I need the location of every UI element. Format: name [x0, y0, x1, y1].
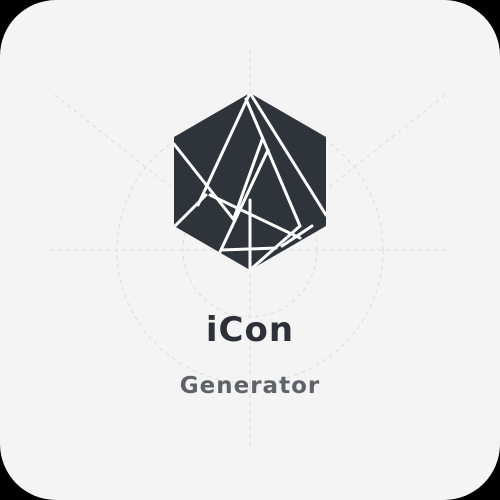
- faceted-hexagon-icon: [174, 93, 326, 270]
- app-title: iCon: [205, 310, 295, 350]
- app-icon-tile[interactable]: iCon Generator: [0, 0, 500, 500]
- app-subtitle: Generator: [179, 373, 321, 399]
